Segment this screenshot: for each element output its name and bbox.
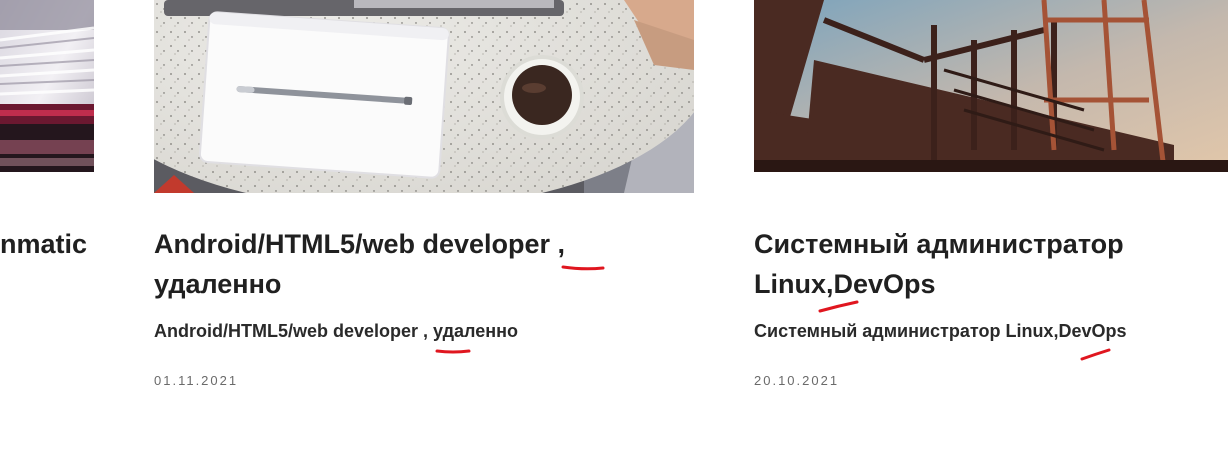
card-image-desk[interactable] bbox=[154, 0, 694, 193]
card-date: 01.11.2021 bbox=[154, 373, 239, 388]
job-card-3[interactable]: Системный администратор Linux,DevOps Сис… bbox=[754, 0, 1228, 465]
card-title-line-1[interactable]: Системный администратор bbox=[754, 224, 1124, 265]
desk-notebook-coffee-photo bbox=[154, 0, 694, 193]
card-image-stairs[interactable] bbox=[754, 0, 1228, 172]
card-title[interactable]: nmatic bbox=[0, 224, 87, 265]
card-date: 20.10.2021 bbox=[754, 373, 840, 388]
industrial-stairs-photo bbox=[754, 0, 1228, 172]
card-title-line-2[interactable]: Linux,DevOps bbox=[754, 264, 936, 305]
card-subtitle: Системный администратор Linux,DevOps bbox=[754, 321, 1127, 341]
job-card-1[interactable]: nmatic bbox=[0, 0, 100, 465]
card-subtitle: Android/HTML5/web developer , удаленно bbox=[154, 321, 518, 341]
card-image-train[interactable] bbox=[0, 0, 94, 172]
train-motion-photo bbox=[0, 0, 94, 172]
job-card-2[interactable]: Android/HTML5/web developer , удаленно A… bbox=[154, 0, 694, 465]
card-title-line-2[interactable]: удаленно bbox=[154, 264, 281, 305]
card-title-line-1[interactable]: Android/HTML5/web developer , bbox=[154, 224, 565, 265]
